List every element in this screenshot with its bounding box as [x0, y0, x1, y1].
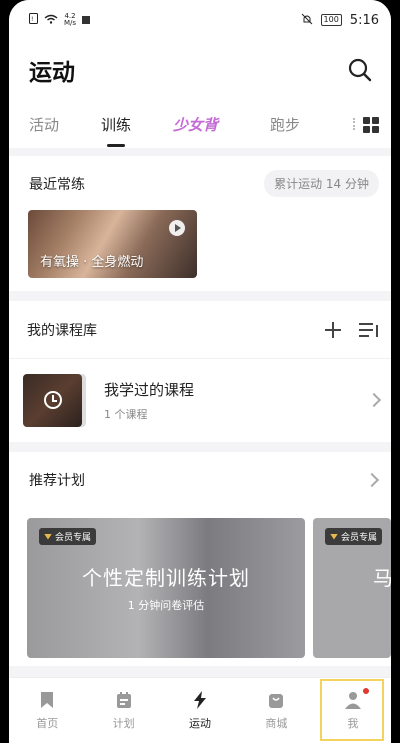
- tab-fade-divider: [353, 118, 355, 130]
- tabbar-exercise[interactable]: 运动: [162, 678, 238, 743]
- vip-badge: 会员专属: [39, 528, 97, 545]
- status-bar: ! 4.2 M/s 100 5:16: [9, 0, 391, 40]
- tabbar-plan[interactable]: 计划: [85, 678, 161, 743]
- plan-card[interactable]: 会员专属 马: [313, 518, 391, 658]
- tabbar-me-highlight: [320, 679, 384, 741]
- diamond-icon: [330, 533, 338, 540]
- diamond-icon: [44, 533, 52, 540]
- learned-courses-count: 1 个课程: [104, 407, 148, 421]
- plan-title: 马: [373, 566, 391, 590]
- clock-icon: [44, 390, 62, 409]
- vip-badge: 会员专属: [325, 528, 383, 545]
- play-icon: [169, 220, 185, 236]
- plan-title: 个性定制训练计划: [82, 566, 250, 590]
- plans-section: 推荐计划 会员专属 个性定制训练计划 1 分钟问卷评估 会员专属 马: [9, 452, 391, 666]
- plan-subtitle: 1 分钟问卷评估: [127, 599, 205, 612]
- total-exercise-badge[interactable]: 累计运动 14 分钟: [264, 170, 379, 197]
- tabbar-home[interactable]: 首页: [9, 678, 85, 743]
- tab-training[interactable]: 训练: [101, 114, 131, 135]
- shopping-bag-icon: [269, 694, 284, 708]
- page-title: 运动: [29, 60, 75, 86]
- plans-header[interactable]: 推荐计划: [9, 452, 391, 508]
- battery-indicator: 100: [320, 14, 342, 26]
- notification-icon: [82, 13, 91, 27]
- clock: 5:16: [349, 12, 379, 28]
- tab-running[interactable]: 跑步: [270, 114, 300, 135]
- sim-icon: !: [29, 13, 38, 27]
- learned-courses-row[interactable]: 我学过的课程 1 个课程: [9, 359, 391, 441]
- svg-text:!: !: [31, 16, 33, 23]
- recent-course-card[interactable]: 有氧操 · 全身燃动: [28, 210, 197, 278]
- tabbar-mall[interactable]: 商城: [238, 678, 314, 743]
- tab-girl-back[interactable]: 少女背: [173, 114, 218, 135]
- sort-list-icon[interactable]: [359, 322, 379, 337]
- calendar-icon: [116, 692, 131, 708]
- bookmark-icon: [41, 692, 54, 708]
- search-icon[interactable]: [347, 57, 373, 83]
- mute-icon: [301, 13, 313, 28]
- recent-section: 最近常练 累计运动 14 分钟 有氧操 · 全身燃动: [9, 156, 391, 291]
- plans-title: 推荐计划: [29, 473, 85, 489]
- add-icon[interactable]: [325, 321, 341, 338]
- wifi-icon: [44, 13, 58, 27]
- library-section: 我的课程库 我学过的课程 1 个课程: [9, 301, 391, 442]
- app-screen: ! 4.2 M/s 100 5:16 运动 活动 训练 少女背 跑步 最近常练 …: [9, 0, 391, 743]
- lightning-icon: [194, 691, 207, 709]
- grid-menu-icon[interactable]: [363, 117, 379, 133]
- page-header: 运动: [9, 40, 391, 100]
- recent-title: 最近常练: [29, 176, 85, 193]
- recent-course-label: 有氧操 · 全身燃动: [40, 255, 144, 270]
- category-tabs: 活动 训练 少女背 跑步: [9, 100, 391, 148]
- plan-card[interactable]: 会员专属 个性定制训练计划 1 分钟问卷评估: [27, 518, 305, 658]
- bottom-tab-bar: 首页 计划 运动 商城 我: [9, 677, 391, 743]
- library-title: 我的课程库: [27, 322, 97, 339]
- chevron-right-icon: [364, 472, 380, 488]
- network-speed: 4.2 M/s: [64, 12, 77, 27]
- learned-courses-thumbnail: [23, 373, 82, 427]
- chevron-right-icon: [366, 392, 382, 408]
- learned-courses-name: 我学过的课程: [104, 380, 195, 399]
- tab-activity[interactable]: 活动: [29, 114, 59, 135]
